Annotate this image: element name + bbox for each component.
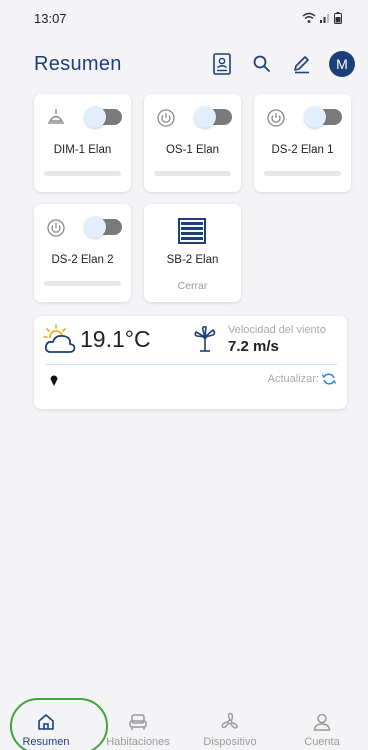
partly-cloudy-icon xyxy=(43,324,76,353)
blind-status: Cerrar xyxy=(177,280,208,292)
wind-turbine-icon xyxy=(194,326,216,352)
location-pin-icon xyxy=(50,375,58,386)
account-button[interactable]: M xyxy=(328,50,356,78)
header: Resumen M xyxy=(0,44,368,84)
home-icon xyxy=(38,714,54,730)
wifi-icon xyxy=(302,12,316,23)
wind-value: 7.2 m/s xyxy=(228,338,279,355)
power-icon xyxy=(47,219,65,237)
fan-icon xyxy=(221,712,238,729)
power-icon xyxy=(267,109,285,127)
status-bar-indicator xyxy=(264,171,341,176)
power-toggle[interactable] xyxy=(304,106,342,128)
weather-card: 19.1°C Velocidad del viento 7.2 m/s Actu… xyxy=(34,316,347,409)
nav-resumen[interactable]: Resumen xyxy=(0,712,92,748)
battery-icon xyxy=(334,12,342,24)
id-card-icon xyxy=(213,53,231,75)
search-icon xyxy=(253,55,270,72)
edit-icon xyxy=(294,56,309,74)
status-time: 13:07 xyxy=(34,10,67,26)
dimmer-bar[interactable] xyxy=(44,171,121,176)
device-tile-ds-2-2[interactable]: DS-2 Elan 2 xyxy=(34,204,131,302)
nav-label: Cuenta xyxy=(304,736,340,748)
user-icon xyxy=(313,713,331,731)
nav-dispositivo[interactable]: Dispositivo xyxy=(184,712,276,748)
device-name: DIM-1 Elan xyxy=(53,144,112,156)
scenes-button[interactable] xyxy=(208,50,236,78)
lamp-icon xyxy=(48,109,64,124)
edit-button[interactable] xyxy=(288,50,316,78)
status-bar-indicator xyxy=(44,281,121,286)
device-tile-ds-2-1[interactable]: DS-2 Elan 1 xyxy=(254,94,351,192)
update-label: Actualizar: xyxy=(267,373,319,385)
device-name: DS-2 Elan 1 xyxy=(271,144,334,156)
nav-label: Habitaciones xyxy=(106,736,170,748)
device-tile-os-1[interactable]: OS-1 Elan xyxy=(144,94,241,192)
nav-label: Resumen xyxy=(22,736,70,748)
page-title: Resumen xyxy=(34,52,122,75)
refresh-icon[interactable] xyxy=(321,371,337,387)
blinds-icon xyxy=(178,218,206,244)
signal-icon xyxy=(320,14,329,23)
device-tile-sb-2[interactable]: SB-2 Elan Cerrar xyxy=(144,204,241,302)
status-icons xyxy=(302,12,342,24)
status-bar: 13:07 xyxy=(0,0,368,36)
divider xyxy=(46,364,337,365)
nav-habitaciones[interactable]: Habitaciones xyxy=(92,712,184,748)
sofa-icon xyxy=(129,714,147,730)
power-toggle[interactable] xyxy=(84,216,122,238)
device-name: SB-2 Elan xyxy=(166,254,219,266)
search-button[interactable] xyxy=(248,50,276,78)
nav-label: Dispositivo xyxy=(203,736,257,748)
wind-label: Velocidad del viento xyxy=(228,324,326,336)
nav-cuenta[interactable]: Cuenta xyxy=(276,712,368,748)
power-icon xyxy=(157,109,175,127)
status-bar-indicator xyxy=(154,171,231,176)
bottom-nav: Resumen Habitaciones Dispositivo Cuenta xyxy=(0,696,368,750)
power-toggle[interactable] xyxy=(194,106,232,128)
device-tile-dim-1[interactable]: DIM-1 Elan xyxy=(34,94,131,192)
avatar: M xyxy=(329,51,355,77)
device-name: DS-2 Elan 2 xyxy=(51,254,114,266)
power-toggle[interactable] xyxy=(84,106,122,128)
device-name: OS-1 Elan xyxy=(165,144,220,156)
temperature: 19.1°C xyxy=(80,326,151,352)
